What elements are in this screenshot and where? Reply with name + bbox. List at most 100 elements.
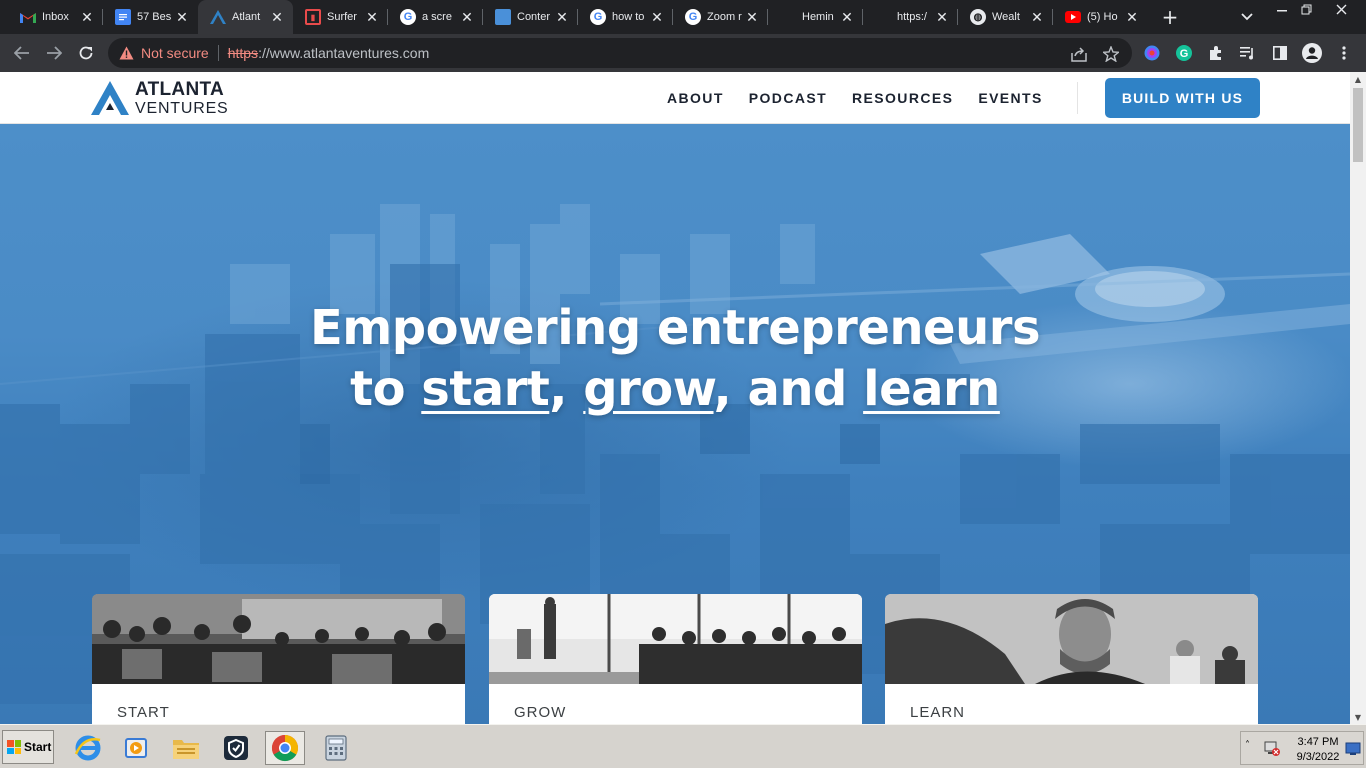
tab-https[interactable]: https:/ ✕	[863, 0, 958, 34]
close-icon[interactable]: ✕	[459, 9, 475, 25]
close-icon[interactable]: ✕	[1029, 9, 1045, 25]
tab-title: a scre	[422, 11, 452, 23]
file-explorer-icon[interactable]	[166, 731, 206, 765]
hero-link-start[interactable]: start	[421, 361, 550, 417]
reload-icon	[79, 46, 93, 60]
scroll-down-arrow-icon[interactable]: ▼	[1350, 710, 1366, 724]
warning-icon[interactable]	[118, 45, 134, 61]
chrome-icon[interactable]	[265, 731, 305, 765]
atlanta-ventures-logo[interactable]: ATLANTA VENTURES	[90, 78, 229, 117]
tab-search-button[interactable]	[1236, 6, 1258, 28]
tab-inbox[interactable]: Inbox ✕	[8, 0, 103, 34]
media-player-icon[interactable]	[116, 731, 156, 765]
build-with-us-button[interactable]: BUILD WITH US	[1105, 78, 1260, 118]
bookmark-star-icon[interactable]	[1102, 45, 1120, 63]
restore-button[interactable]	[1294, 0, 1318, 18]
tab-title: Conter	[517, 11, 551, 23]
tab-57-best[interactable]: 57 Bes ✕	[103, 0, 198, 34]
internet-explorer-icon[interactable]	[68, 731, 108, 765]
tab-google-search-screenshot[interactable]: G a scre ✕	[388, 0, 483, 34]
nav-events[interactable]: EVENTS	[978, 90, 1042, 106]
tab-title: 57 Bes	[137, 11, 172, 23]
card-start[interactable]: START	[92, 594, 465, 724]
tab-atlanta-ventures[interactable]: Atlant ✕	[198, 0, 293, 34]
tab-title: how to	[612, 11, 645, 23]
chevron-up-icon[interactable]: ˄	[1245, 740, 1250, 751]
tab-wealth[interactable]: ◍ Wealt ✕	[958, 0, 1053, 34]
google-icon: G	[400, 9, 416, 25]
scroll-up-arrow-icon[interactable]: ▲	[1350, 72, 1366, 86]
tab-google-how-to[interactable]: G how to ✕	[578, 0, 673, 34]
close-icon[interactable]: ✕	[839, 9, 855, 25]
chevron-down-icon	[1241, 13, 1253, 21]
scroll-thumb[interactable]	[1353, 88, 1363, 162]
logo-text-ventures: VENTURES	[135, 99, 229, 117]
calculator-icon[interactable]	[316, 731, 356, 765]
close-icon[interactable]: ✕	[1124, 9, 1140, 25]
hero-link-grow[interactable]: grow	[583, 361, 714, 417]
clock-time: 3:47 PM	[1297, 736, 1339, 748]
surfer-icon: ▮	[305, 9, 321, 25]
card-label-learn: LEARN	[910, 704, 966, 721]
nav-resources[interactable]: RESOURCES	[852, 90, 953, 106]
svg-text:G: G	[1180, 48, 1189, 60]
tab-title: Hemin	[802, 11, 834, 23]
conference-photo	[489, 594, 862, 684]
grammarly-icon[interactable]: G	[1174, 43, 1194, 63]
tab-surfer[interactable]: ▮ Surfer ✕	[293, 0, 388, 34]
address-bar[interactable]: Not secure https://www.atlantaventures.c…	[108, 38, 1132, 68]
globe-icon: ◍	[970, 9, 986, 25]
nav-about[interactable]: ABOUT	[667, 90, 724, 106]
tab-google-zoom[interactable]: G Zoom r ✕	[673, 0, 768, 34]
close-icon[interactable]: ✕	[934, 9, 950, 25]
clock[interactable]: 3:47 PM 9/3/2022	[1293, 735, 1343, 765]
gmail-icon	[20, 9, 36, 25]
close-icon[interactable]: ✕	[364, 9, 380, 25]
nav-podcast[interactable]: PODCAST	[749, 90, 827, 106]
card-learn[interactable]: LEARN	[885, 594, 1258, 724]
profile-avatar-icon[interactable]	[1302, 43, 1322, 63]
crowd-photo	[92, 594, 465, 684]
network-warning-icon[interactable]	[1263, 740, 1281, 760]
close-icon[interactable]: ✕	[269, 9, 285, 25]
logo-text-atlanta: ATLANTA	[135, 78, 224, 100]
minimize-button[interactable]	[1270, 0, 1294, 18]
reload-button[interactable]	[74, 41, 98, 65]
security-status[interactable]: Not secure	[141, 45, 209, 61]
browser-tab-strip: Inbox ✕ 57 Bes ✕ Atlant ✕ ▮ Surfer ✕ G a…	[0, 0, 1366, 34]
share-icon[interactable]	[1070, 45, 1088, 63]
extensions-puzzle-icon[interactable]	[1206, 43, 1226, 63]
tab-title: Zoom r	[707, 11, 742, 23]
hero-section: Empowering entrepreneurs to start, grow,…	[0, 124, 1350, 724]
kebab-menu-icon[interactable]	[1334, 43, 1354, 63]
hero-link-learn[interactable]: learn	[863, 361, 1000, 417]
close-icon[interactable]: ✕	[554, 9, 570, 25]
start-button[interactable]: Start	[2, 730, 54, 764]
hero-line-1: Empowering entrepreneurs	[309, 300, 1041, 356]
new-tab-button[interactable]: +	[1158, 5, 1182, 29]
content-icon	[495, 9, 511, 25]
tab-hemingway[interactable]: Hemin ✕	[768, 0, 863, 34]
close-icon[interactable]: ✕	[79, 9, 95, 25]
tab-content[interactable]: Conter ✕	[483, 0, 578, 34]
back-button[interactable]	[10, 41, 34, 65]
color-extension-icon[interactable]	[1142, 43, 1162, 63]
page-scrollbar[interactable]: ▲ ▼	[1350, 72, 1366, 724]
forward-button[interactable]	[42, 41, 66, 65]
reading-list-icon[interactable]	[1238, 43, 1258, 63]
close-window-button[interactable]	[1329, 0, 1353, 18]
tab-title: https:/	[897, 11, 927, 23]
vpn-shield-icon[interactable]	[216, 731, 256, 765]
card-grow[interactable]: GROW	[489, 594, 862, 724]
google-icon: G	[685, 9, 701, 25]
side-panel-icon[interactable]	[1270, 43, 1290, 63]
tab-title: Inbox	[42, 11, 69, 23]
close-icon[interactable]: ✕	[744, 9, 760, 25]
close-icon[interactable]: ✕	[174, 9, 190, 25]
close-icon	[1336, 4, 1346, 14]
tab-youtube[interactable]: (5) Ho ✕	[1053, 0, 1148, 34]
show-desktop-icon[interactable]	[1345, 741, 1361, 760]
close-icon[interactable]: ✕	[649, 9, 665, 25]
google-icon: G	[590, 9, 606, 25]
url-text: ://www.atlantaventures.com	[258, 45, 430, 61]
